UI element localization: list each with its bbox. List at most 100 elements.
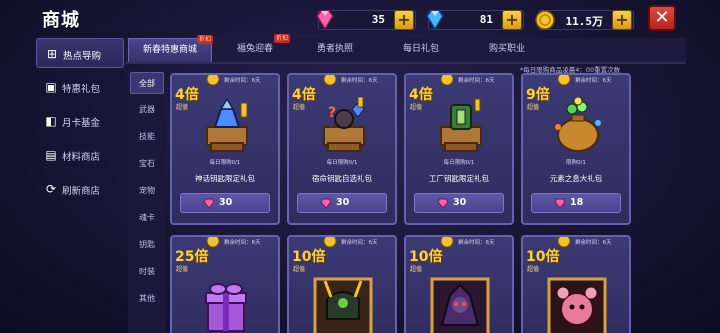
tab-new-year-sale[interactable]: 新春特惠商城 折扣 [128,35,213,62]
svg-text:?: ? [328,105,336,121]
mythic-key-chest-icon [206,97,248,152]
price-value: 18 [570,197,584,208]
category-skill[interactable]: 技能 [130,126,164,148]
sidebar-item-label: 热点导购 [63,51,102,62]
sidebar-item-deals[interactable]: ▣ 特惠礼包 [36,72,124,102]
shop-tabs: 新春特惠商城 折扣 福兔迎春 折扣 勇者执照 每日礼包 购买职业 [126,34,686,64]
add-gold-coin-button[interactable]: + [612,10,632,30]
tab-label: 每日礼包 [402,44,439,54]
category-other[interactable]: 其他 [130,288,164,310]
sidebar-item-hot[interactable]: ⊞ 热点导购 [36,38,124,68]
tab-daily-pack[interactable]: 每日礼包 [388,38,454,62]
pink-gem-icon [320,198,332,209]
shop-icon: ▤ [45,148,57,162]
card-icon: ◧ [45,114,57,128]
timer-coin-icon [557,75,571,86]
value-tag: 超值 [410,266,423,273]
product-card-element-pack[interactable]: 剩余时间：6天 9倍 超值 限购0/1 元素之息大礼包 18 [521,73,631,225]
tab-rabbit-spring[interactable]: 福兔迎春 折扣 [222,34,290,62]
purchase-limit: 每日限购0/1 [443,160,475,166]
remaining-time: 剩余时间：6天 [458,78,495,84]
product-card-pink-creature[interactable]: 剩余时间：6天 10倍 超值 [521,235,631,333]
category-key[interactable]: 钥匙 [130,234,164,256]
value-tag: 超值 [527,104,540,111]
dark-mage-icon [430,277,490,333]
sidebar-item-monthly-card[interactable]: ◧ 月卡基金 [36,106,124,136]
value-multiplier: 10倍 [526,249,560,265]
product-card-samurai[interactable]: 剩余时间：6天 10倍 超值 [287,235,397,333]
tab-label: 勇者执照 [316,44,353,54]
buy-button[interactable]: 18 [531,193,621,213]
purchase-limit: 每日限购0/1 [209,160,241,166]
category-gem[interactable]: 宝石 [130,153,164,175]
pink-gem-icon [554,198,566,209]
value-multiplier: 10倍 [409,249,443,265]
remaining-time: 剩余时间：6天 [341,78,378,84]
product-name: 神话钥匙限定礼包 [195,174,255,183]
timer-coin-icon [323,75,337,86]
tab-hero-license[interactable]: 勇者执照 [302,38,368,62]
tab-label: 购买职业 [488,44,525,54]
sidebar-item-label: 材料商店 [62,152,101,163]
discount-badge: 折扣 [196,35,213,44]
sidebar-item-refresh-shop[interactable]: ⟳ 刷新商店 [36,174,124,204]
timer-coin-icon [206,75,220,86]
tab-buy-class[interactable]: 购买职业 [474,38,540,62]
value-tag: 超值 [176,104,189,111]
pink-creature-icon [547,277,607,333]
value-multiplier: 4倍 [175,87,199,103]
price-value: 30 [453,197,467,208]
samurai-helmet-icon [313,277,373,333]
gift-icon: ▣ [45,80,57,94]
buy-button[interactable]: 30 [414,193,504,213]
remaining-time: 剩余时间：6天 [458,240,495,246]
pink-gem-counter: 35 + [316,10,416,31]
category-list: 全部 武器 技能 宝石 宠物 魂卡 钥匙 时装 其他 [128,70,166,333]
product-card-dark-mage[interactable]: 剩余时间：6天 10倍 超值 [404,235,514,333]
add-blue-diamond-button[interactable]: + [502,10,522,30]
element-bag-icon [555,97,601,152]
blue-diamond-value: 81 [479,13,493,26]
value-tag: 超值 [293,266,306,273]
category-weapon[interactable]: 武器 [130,99,164,121]
pink-gem-value: 35 [371,13,385,26]
category-pet[interactable]: 宠物 [130,180,164,202]
add-pink-gem-button[interactable]: + [394,10,414,30]
product-card-fate-key[interactable]: 剩余时间：6天 4倍 超值 ? 每日限购0/1 宿命钥匙自选礼包 30 [287,73,397,225]
product-card-gift-box[interactable]: 剩余时间：6天 25倍 超值 [170,235,280,333]
buy-button[interactable]: 30 [180,193,270,213]
pink-gem-icon [437,198,449,209]
remaining-time: 剩余时间：6天 [575,240,612,246]
value-multiplier: 4倍 [409,87,433,103]
close-button[interactable]: ✕ [648,5,676,31]
value-multiplier: 10倍 [292,249,326,265]
sidebar: ⊞ 热点导购 ▣ 特惠礼包 ◧ 月卡基金 ▤ 材料商店 ⟳ 刷新商店 [36,38,124,333]
purchase-limit: 每日限购0/1 [326,160,358,166]
buy-button[interactable]: 30 [297,193,387,213]
product-name: 工厂钥匙限定礼包 [429,174,489,183]
timer-coin-icon [440,75,454,86]
sidebar-item-label: 月卡基金 [62,118,101,129]
remaining-time: 剩余时间：6天 [224,240,261,246]
refresh-icon: ⟳ [45,182,57,196]
category-costume[interactable]: 时装 [130,261,164,283]
purple-gift-box-icon [205,283,247,332]
value-multiplier: 4倍 [292,87,316,103]
product-name: 元素之息大礼包 [549,174,603,183]
pink-gem-icon [316,10,334,31]
sidebar-item-label: 特惠礼包 [62,84,101,95]
blue-diamond-counter: 81 + [426,10,524,31]
sidebar-item-material-shop[interactable]: ▤ 材料商店 [36,140,124,170]
product-grid: 剩余时间：6天 4倍 超值 每日限购0/1 神话钥匙限定礼包 30 剩余时间：6… [170,70,640,333]
remaining-time: 剩余时间：6天 [341,240,378,246]
cart-icon: ⊞ [46,47,58,61]
product-card-factory-key[interactable]: 剩余时间：6天 4倍 超值 每日限购0/1 工厂钥匙限定礼包 30 [404,73,514,225]
product-card-mythic-key[interactable]: 剩余时间：6天 4倍 超值 每日限购0/1 神话钥匙限定礼包 30 [170,73,280,225]
tab-label: 福兔迎春 [236,44,273,54]
factory-key-chest-icon [440,98,482,152]
category-soul-card[interactable]: 魂卡 [130,207,164,229]
blue-diamond-icon [426,10,444,31]
top-bar: 商城 35 + 81 + 11.5万 + ✕ [0,0,720,36]
remaining-time: 剩余时间：6天 [224,78,261,84]
category-all[interactable]: 全部 [130,72,164,94]
